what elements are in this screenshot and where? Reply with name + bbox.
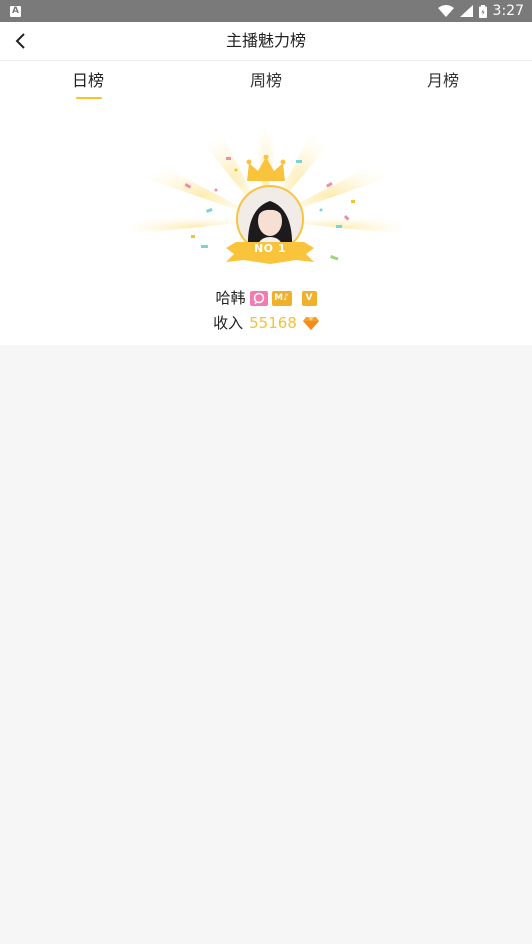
tab-weekly[interactable]: 周榜 [206, 61, 326, 105]
period-tabs: 日榜 周榜 月榜 [0, 61, 532, 105]
tab-weekly-label: 周榜 [249, 71, 282, 90]
status-bar: A 3:27 [0, 0, 532, 22]
tab-monthly-label: 月榜 [426, 71, 459, 90]
income-value: 55168 [249, 314, 297, 332]
crown-icon [246, 155, 286, 181]
ranking-list-area [0, 345, 532, 944]
notification-app-icon: A [10, 5, 21, 17]
vip-badge-icon: V [301, 290, 317, 306]
active-tab-indicator [76, 97, 102, 99]
top-ranker-income-row: 收入 55168 [0, 313, 532, 333]
top-ranker-name: 哈韩 [215, 289, 246, 307]
wifi-icon [437, 5, 454, 17]
tab-daily-label: 日榜 [71, 71, 104, 90]
tab-daily[interactable]: 日榜 [28, 61, 148, 105]
page-title: 主播魅力榜 [225, 31, 306, 50]
top-ranker-card: NO 1 哈韩 M♪ V 收入 55168 [0, 105, 532, 345]
signal-icon [459, 5, 473, 17]
level-badge-icon [249, 290, 268, 306]
top-ranker-name-row: 哈韩 M♪ V [0, 288, 532, 308]
status-time: 3:27 [492, 3, 524, 19]
diamond-icon [302, 316, 319, 330]
income-label: 收入 [213, 314, 244, 332]
battery-icon [478, 4, 487, 18]
medal-badge-icon: M♪ [271, 290, 292, 306]
header: 主播魅力榜 [0, 22, 532, 61]
tab-monthly[interactable]: 月榜 [383, 61, 503, 105]
rank-label: NO 1 [253, 242, 287, 255]
